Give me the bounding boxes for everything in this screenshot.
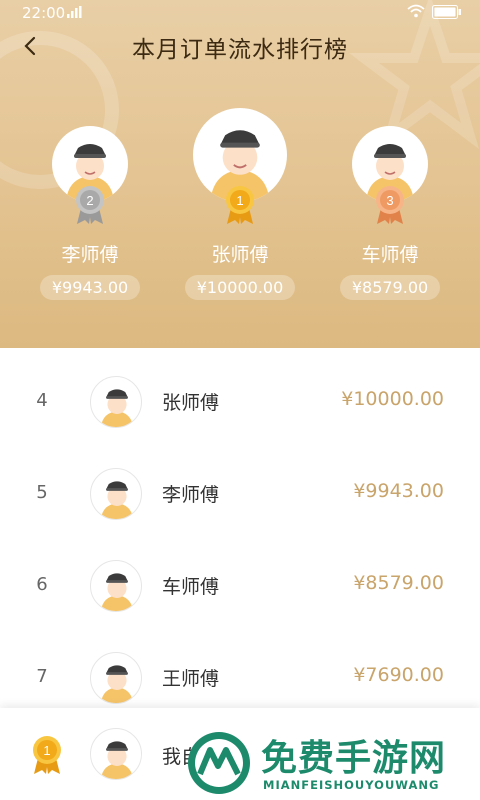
list-item[interactable]: 4 张师傅 ¥10000.00 [0,356,480,448]
medal-rank-1: 1 [236,193,243,208]
silver-medal-icon: 2 [76,186,104,224]
watermark-subtitle: MIANFEISHOUYOUWANG [263,778,440,792]
status-time: 22:00 [22,4,66,22]
wifi-icon [407,4,425,18]
rank-number: 7 [36,666,48,687]
driver-avatar-icon [100,481,134,519]
gold-medal-icon: 1 [226,186,254,224]
watermark-title: 免费手游网 [261,738,447,779]
driver-name: 王师傅 [162,668,220,690]
podium-amount: ¥10000.00 [184,275,296,300]
order-amount: ¥8579.00 [353,572,444,594]
podium-name: 车师傅 [361,244,419,266]
avatar [90,652,142,704]
list-item[interactable]: 5 李师傅 ¥9943.00 [0,448,480,540]
rank-number: 6 [36,574,48,595]
driver-avatar-icon [100,389,134,427]
avatar [90,728,142,780]
signal-icon [67,6,82,18]
bronze-medal-icon: 3 [376,186,404,224]
rank-number: 5 [36,482,48,503]
podium-name: 李师傅 [61,244,119,266]
podium-amount: ¥9943.00 [39,275,141,300]
driver-avatar-icon [100,573,134,611]
avatar [90,468,142,520]
podium-name: 张师傅 [211,244,269,266]
watermark-logo-icon [188,732,250,794]
battery-icon [432,5,461,19]
rank-number: 4 [36,390,48,411]
list-item[interactable]: 6 车师傅 ¥8579.00 [0,540,480,632]
driver-avatar-icon [100,741,134,779]
order-amount: ¥9943.00 [353,480,444,502]
my-rank: 1 [43,743,50,758]
gold-medal-icon: 1 [33,736,61,774]
driver-name: 张师傅 [162,392,220,414]
podium-third[interactable]: 3 车师傅 ¥8579.00 [339,126,441,300]
page-title: 本月订单流水排行榜 [132,37,348,63]
podium-first[interactable]: 1 张师傅 ¥10000.00 [180,108,300,300]
podium-amount: ¥8579.00 [339,275,441,300]
status-bar: 22:00 [0,0,480,26]
order-amount: ¥10000.00 [341,388,444,410]
driver-name: 李师傅 [162,484,220,506]
ranking-header: 22:00 本月订单流水排行榜 2 李师傅 ¥9943.00 1 张师傅 ¥10… [0,0,480,348]
avatar [90,560,142,612]
order-amount: ¥7690.00 [353,664,444,686]
avatar [90,376,142,428]
medal-rank-3: 3 [386,193,393,208]
site-watermark: 免费手游网 MIANFEISHOUYOUWANG [186,725,480,800]
podium-second[interactable]: 2 李师傅 ¥9943.00 [39,126,141,300]
driver-name: 车师傅 [162,576,220,598]
driver-avatar-icon [100,665,134,703]
medal-rank-2: 2 [86,193,93,208]
